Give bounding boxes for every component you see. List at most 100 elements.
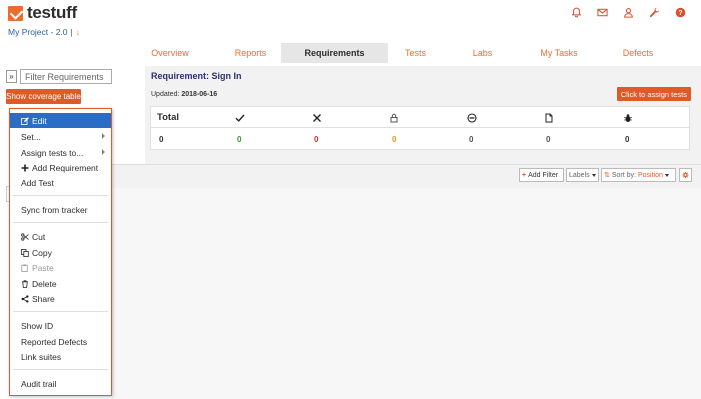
menu-item-add-requirement[interactable]: Add Requirement bbox=[10, 160, 111, 175]
logo-text: testuff bbox=[27, 3, 77, 22]
paste-icon bbox=[21, 264, 29, 272]
check-icon bbox=[235, 107, 245, 128]
sort-dropdown[interactable]: ⇅ Sort by: Position bbox=[601, 168, 676, 182]
coverage-value-not-run: 0 bbox=[546, 135, 551, 144]
sort-value: Position bbox=[638, 171, 663, 179]
tab-reports[interactable]: Reports bbox=[220, 43, 281, 63]
main-nav: Overview Reports Requirements Tests Labs… bbox=[120, 43, 701, 63]
updated-date: 2018-06-16 bbox=[181, 91, 218, 98]
minus-circle-icon bbox=[467, 107, 477, 128]
coverage-values-row: 0 0 0 0 0 0 0 bbox=[151, 129, 689, 150]
svg-text:?: ? bbox=[678, 10, 682, 17]
menu-item-label: Set... bbox=[21, 131, 41, 142]
menu-item-label: Audit trail bbox=[21, 378, 57, 389]
coverage-value-skipped: 0 bbox=[469, 135, 474, 144]
menu-item-label: Sync from tracker bbox=[21, 204, 88, 215]
tests-content-area bbox=[112, 188, 701, 399]
project-separator: | bbox=[70, 27, 73, 37]
logo[interactable]: testuff bbox=[8, 3, 77, 23]
menu-item-cut[interactable]: Cut bbox=[10, 229, 111, 244]
show-coverage-table-button[interactable]: Show coverage table bbox=[6, 89, 81, 104]
bell-icon[interactable] bbox=[570, 6, 583, 19]
coverage-value-passed: 0 bbox=[237, 135, 242, 144]
coverage-total-label: Total bbox=[157, 112, 179, 123]
project-arrow-icon[interactable]: ↓ bbox=[76, 27, 80, 37]
submenu-arrow-icon bbox=[102, 149, 105, 155]
labels-dropdown[interactable]: Labels bbox=[566, 168, 599, 182]
copy-icon bbox=[21, 248, 29, 257]
plus-icon bbox=[21, 164, 29, 172]
tab-tests[interactable]: Tests bbox=[388, 43, 443, 63]
submenu-arrow-icon bbox=[102, 133, 105, 139]
gear-icon bbox=[682, 171, 689, 179]
context-menu: Edit Set... Assign tests to... Add Requi… bbox=[9, 108, 112, 396]
menu-item-link-suites[interactable]: Link suites bbox=[10, 349, 111, 364]
chevron-down-icon bbox=[591, 173, 596, 177]
tab-my-tasks[interactable]: My Tasks bbox=[522, 43, 596, 63]
menu-separator bbox=[13, 222, 108, 223]
menu-item-label: Paste bbox=[32, 262, 54, 273]
menu-item-paste[interactable]: Paste bbox=[10, 260, 111, 275]
menu-item-label: Add Test bbox=[21, 177, 54, 188]
coverage-value-failed: 0 bbox=[314, 135, 319, 144]
logo-mark-icon bbox=[8, 5, 23, 21]
menu-item-delete[interactable]: Delete bbox=[10, 276, 111, 291]
coverage-value-blocked: 0 bbox=[392, 135, 397, 144]
menu-item-label: Share bbox=[32, 293, 55, 304]
tab-overview[interactable]: Overview bbox=[120, 43, 220, 63]
menu-item-copy[interactable]: Copy bbox=[10, 245, 111, 260]
tab-labs[interactable]: Labs bbox=[443, 43, 522, 63]
menu-item-sync-from-tracker[interactable]: Sync from tracker bbox=[10, 202, 111, 217]
menu-item-assign-tests[interactable]: Assign tests to... bbox=[10, 145, 111, 160]
tab-requirements[interactable]: Requirements bbox=[281, 43, 388, 63]
menu-item-reported-defects[interactable]: Reported Defects bbox=[10, 334, 111, 349]
menu-separator bbox=[13, 195, 108, 196]
menu-item-label: Show ID bbox=[21, 320, 54, 331]
filter-requirements-input[interactable] bbox=[20, 69, 112, 84]
menu-item-label: Edit bbox=[32, 115, 47, 126]
add-filter-button[interactable]: + Add Filter bbox=[519, 168, 564, 182]
menu-item-label: Reported Defects bbox=[21, 336, 88, 347]
assign-tests-button[interactable]: Click to assign tests bbox=[616, 87, 691, 101]
project-name[interactable]: My Project - 2.0 bbox=[8, 27, 68, 37]
share-icon bbox=[21, 294, 29, 303]
labels-label: Labels bbox=[569, 171, 590, 179]
menu-item-label: Cut bbox=[32, 231, 46, 242]
menu-item-label: Assign tests to... bbox=[21, 147, 84, 158]
mail-icon[interactable] bbox=[596, 6, 609, 19]
menu-item-add-test[interactable]: Add Test bbox=[10, 175, 111, 190]
menu-item-set[interactable]: Set... bbox=[10, 129, 111, 144]
wrench-icon[interactable] bbox=[648, 6, 661, 19]
filter-bar-divider bbox=[112, 164, 701, 165]
help-icon[interactable]: ? bbox=[674, 6, 687, 19]
menu-item-share[interactable]: Share bbox=[10, 291, 111, 306]
menu-item-show-id[interactable]: Show ID bbox=[10, 318, 111, 333]
chevron-down-icon bbox=[664, 173, 669, 177]
requirement-panel: Requirement: Sign In Updated: 2018-06-16… bbox=[145, 66, 701, 164]
menu-item-label: Copy bbox=[32, 247, 52, 258]
coverage-table: Total 0 0 0 0 0 0 0 bbox=[150, 106, 690, 150]
settings-button[interactable] bbox=[679, 168, 692, 182]
menu-item-edit[interactable]: Edit bbox=[10, 113, 111, 128]
sort-prefix: Sort by: bbox=[611, 171, 636, 179]
updated-info: Updated: 2018-06-16 bbox=[151, 91, 217, 98]
menu-separator bbox=[13, 311, 108, 312]
updated-label: Updated: bbox=[151, 91, 180, 98]
project-selector[interactable]: My Project - 2.0 | ↓ bbox=[8, 27, 80, 37]
top-toolbar: ? bbox=[570, 6, 687, 19]
tab-defects[interactable]: Defects bbox=[596, 43, 680, 63]
app-header: testuff My Project - 2.0 | ↓ ? bbox=[0, 0, 701, 42]
menu-item-audit-trail[interactable]: Audit trail bbox=[10, 376, 111, 391]
expand-tree-button[interactable]: » bbox=[6, 70, 17, 83]
menu-separator bbox=[13, 369, 108, 370]
trash-icon bbox=[21, 279, 29, 288]
scissors-icon bbox=[21, 232, 29, 241]
cross-icon bbox=[312, 107, 322, 128]
requirement-title: Requirement: Sign In bbox=[151, 71, 242, 81]
menu-item-label: Link suites bbox=[21, 351, 62, 362]
document-icon bbox=[544, 107, 554, 128]
plus-icon: + bbox=[522, 171, 527, 179]
user-icon[interactable] bbox=[622, 6, 635, 19]
bug-icon bbox=[623, 107, 633, 128]
menu-item-label: Add Requirement bbox=[32, 162, 99, 173]
